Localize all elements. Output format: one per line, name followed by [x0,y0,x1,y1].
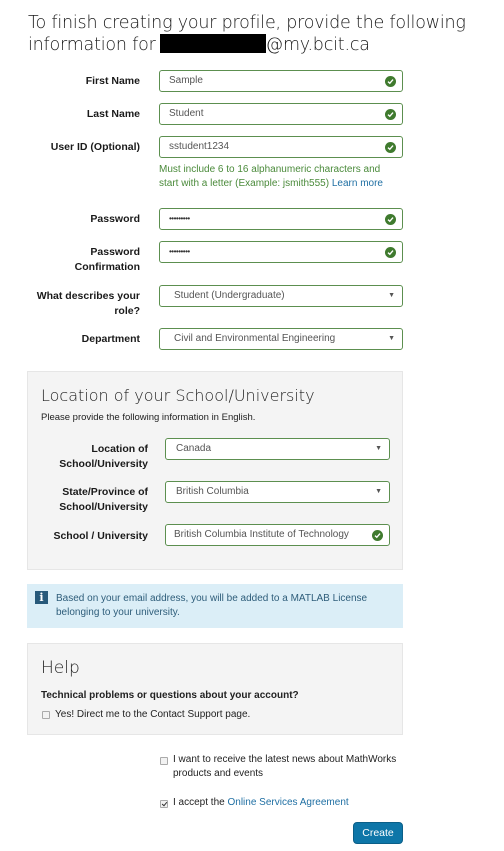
location-panel-title: Location of your School/University [41,386,315,405]
last-name-input[interactable]: Student [159,103,403,125]
help-title: Help [41,658,80,678]
check-icon [372,530,383,541]
chevron-down-icon: ▼ [388,292,395,299]
help-panel: Help Technical problems or questions abo… [27,643,403,735]
user-id-label: User ID (Optional) [50,141,140,153]
user-id-hint: Must include 6 to 16 alphanumeric charac… [159,163,399,191]
country-select[interactable]: Canada ▼ [165,438,390,460]
online-services-agreement-link[interactable]: Online Services Agreement [227,797,348,808]
info-alert-text: Based on your email address, you will be… [56,593,368,618]
last-name-label: Last Name [86,108,140,120]
agreement-label: I accept the Online Services Agreement [173,796,349,810]
password-label: Password [90,213,140,225]
help-question: Technical problems or questions about yo… [41,690,299,701]
label-line: Password [90,246,140,258]
news-opt-in-checkbox[interactable] [160,757,168,765]
password-confirm-label: Password Confirmation [20,245,140,275]
school-label: School / University [53,530,148,542]
check-icon [385,109,396,120]
state-value: British Columbia [176,486,249,497]
department-select[interactable]: Civil and Environmental Engineering ▼ [159,328,403,350]
department-value: Civil and Environmental Engineering [174,333,336,344]
country-label: Location of School/University [28,442,148,472]
first-name-value: Sample [169,75,203,86]
info-alert: i Based on your email address, you will … [27,584,403,628]
learn-more-link[interactable]: Learn more [332,178,383,189]
contact-support-label: Yes! Direct me to the Contact Support pa… [55,709,251,720]
location-panel: Location of your School/University Pleas… [27,371,403,570]
chevron-down-icon: ▼ [388,335,395,342]
role-value: Student (Undergraduate) [174,290,285,301]
news-opt-in-label: I want to receive the latest news about … [173,754,397,779]
check-icon [385,76,396,87]
label-line: Location of [91,443,148,455]
state-select[interactable]: British Columbia ▼ [165,481,390,503]
label-line: School/University [59,501,148,513]
agreement-prefix: I accept the [173,797,225,808]
last-name-value: Student [169,108,204,119]
check-icon [385,247,396,258]
school-value: British Columbia Institute of Technology [174,529,349,540]
school-input[interactable]: British Columbia Institute of Technology [165,524,390,546]
first-name-label: First Name [85,75,140,87]
redacted-email [159,34,266,53]
check-icon [385,214,396,225]
password-input[interactable]: ••••••••• [159,208,403,230]
department-label: Department [81,333,140,345]
check-icon [385,142,396,153]
create-button[interactable]: Create [353,822,403,844]
label-line: School/University [59,458,148,470]
country-value: Canada [176,443,212,454]
chevron-down-icon: ▼ [375,445,382,452]
password-confirm-input[interactable]: ••••••••• [159,241,403,263]
email-domain: @my.bcit.ca [265,35,370,55]
location-panel-subtitle: Please provide the following information… [41,412,256,423]
first-name-input[interactable]: Sample [159,70,403,92]
page-heading: To finish creating your profile, provide… [28,12,468,56]
user-id-value: sstudent1234 [169,141,230,152]
heading-line2: information for [28,35,156,55]
user-id-input[interactable]: sstudent1234 [159,136,403,158]
contact-support-checkbox[interactable] [42,711,50,719]
label-line: role? [114,305,140,317]
label-line: Confirmation [74,261,140,273]
password-value: ••••••••• [169,214,190,223]
password-confirm-value: ••••••••• [169,247,190,256]
state-label: State/Province of School/University [28,485,148,515]
agreement-checkbox[interactable] [160,800,168,808]
chevron-down-icon: ▼ [375,488,382,495]
role-select[interactable]: Student (Undergraduate) ▼ [159,285,403,307]
label-line: State/Province of [62,486,148,498]
role-label: What describes your role? [20,289,140,319]
heading-line1: To finish creating your profile, provide… [28,13,466,33]
label-line: What describes your [36,290,140,302]
info-icon: i [35,591,48,604]
